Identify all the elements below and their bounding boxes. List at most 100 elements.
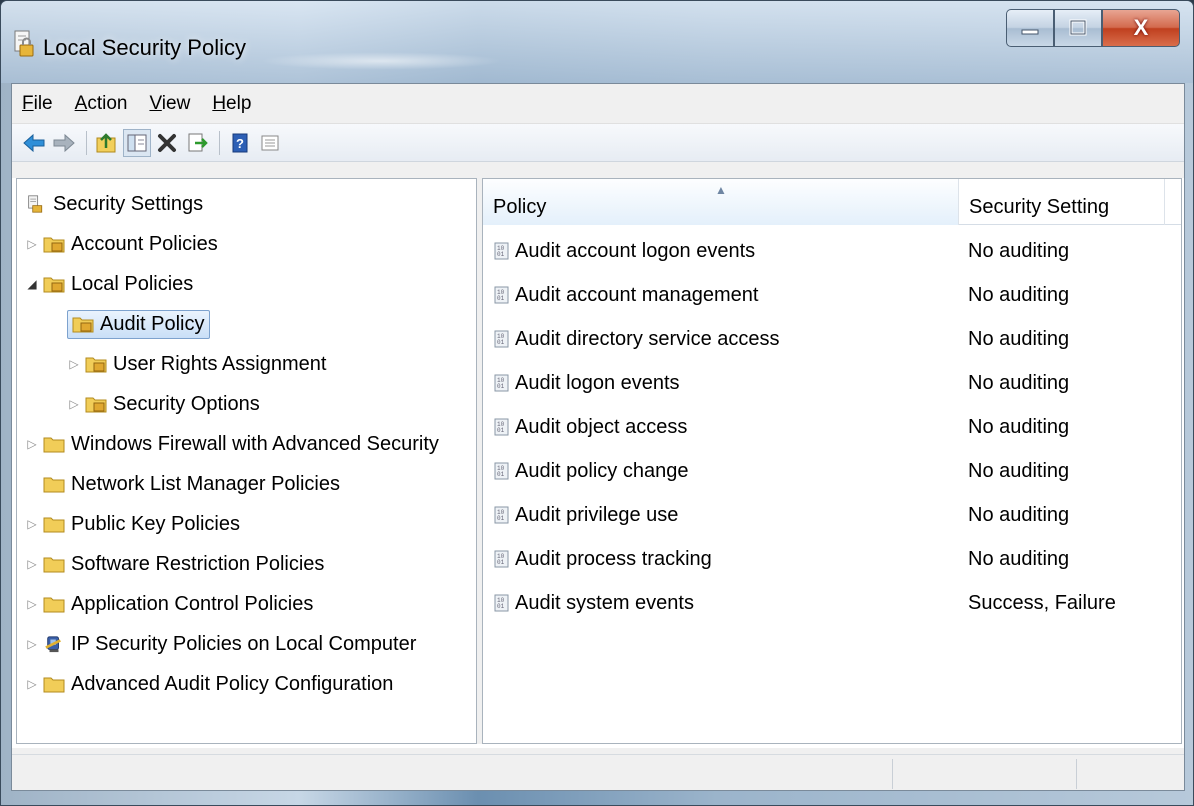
tree-item-public-key-policies[interactable]: ▷ Public Key Policies	[25, 505, 240, 543]
export-list-button[interactable]	[183, 129, 211, 157]
tree-item-ip-security[interactable]: ▷ IP Security Policies on Local Computer	[25, 625, 416, 663]
policy-cell: 10 01 Audit privilege use	[493, 493, 678, 537]
policy-name: Audit privilege use	[515, 503, 679, 526]
tree-item-security-options[interactable]: ▷ Security Options	[67, 385, 260, 423]
tree-item-application-control[interactable]: ▷ Application Control Policies	[25, 585, 313, 623]
menu-action[interactable]: Action	[73, 89, 130, 119]
column-header-security-setting[interactable]: Security Setting	[959, 179, 1165, 225]
tree-item-label: Security Options	[113, 392, 260, 415]
tree-item-user-rights-assignment[interactable]: ▷ User Rights Assignment	[67, 345, 326, 383]
toolbar: ?	[12, 124, 1184, 162]
tree-root-label: Security Settings	[53, 192, 204, 215]
tree-item-account-policies[interactable]: ▷ Account Policies	[25, 225, 218, 263]
table-row[interactable]: 10 01 Audit process tracking No auditing	[483, 537, 1181, 581]
close-icon: X	[1133, 15, 1149, 40]
tree-item-advanced-audit[interactable]: ▷ Advanced Audit Policy Configuration	[25, 665, 393, 703]
table-row[interactable]: 10 01 Audit object access No auditing	[483, 405, 1181, 449]
forward-icon	[53, 133, 75, 152]
policy-name: Audit process tracking	[515, 547, 712, 570]
status-separator	[1076, 759, 1077, 789]
expand-arrow-icon[interactable]: ▷	[67, 357, 81, 371]
table-row[interactable]: 10 01 Audit system events Success, Failur…	[483, 581, 1181, 625]
svg-text:01: 01	[497, 471, 505, 478]
expand-arrow-icon[interactable]: ▷	[67, 397, 81, 411]
menu-help-rest: elp	[226, 92, 252, 114]
setting-cell: No auditing	[968, 459, 1070, 482]
audit-policy-icon: 1001	[494, 550, 509, 568]
setting-cell: No auditing	[968, 327, 1070, 350]
security-settings-icon	[28, 195, 43, 213]
security-policy-app-icon	[14, 30, 34, 57]
menu-file[interactable]: File	[20, 89, 55, 119]
help-button[interactable]: ?	[226, 129, 254, 157]
details-pane: ▲ Policy Security Setting 10 01 Audit acc…	[482, 178, 1182, 744]
delete-button[interactable]	[153, 129, 181, 157]
ip-security-icon	[45, 636, 61, 653]
expand-arrow-icon[interactable]: ▷	[25, 557, 39, 571]
tree-item-local-policies[interactable]: ◢ Local Policies	[25, 265, 193, 303]
tree-item-audit-policy[interactable]: Audit Policy	[67, 305, 210, 343]
table-row[interactable]: 10 01 Audit account logon events No audit…	[483, 229, 1181, 273]
show-hide-tree-icon	[127, 134, 147, 151]
minimize-button[interactable]	[1006, 9, 1054, 47]
tree-item-network-list-manager[interactable]: Network List Manager Policies	[43, 465, 340, 503]
help-icon: ?	[232, 133, 248, 152]
collapse-arrow-icon[interactable]: ◢	[25, 277, 39, 291]
expand-arrow-icon[interactable]: ▷	[25, 237, 39, 251]
tree-item-label: Windows Firewall with Advanced Security	[71, 432, 439, 455]
menu-file-rest: ile	[33, 92, 53, 114]
back-button[interactable]	[20, 129, 48, 157]
app-window: Local Security Policy X File Action View…	[0, 0, 1194, 806]
window-controls: X	[1006, 9, 1180, 49]
up-level-button[interactable]	[93, 129, 121, 157]
table-row[interactable]: 10 01 Audit privilege use No auditing	[483, 493, 1181, 537]
table-row[interactable]: 10 01 Audit logon events No auditing	[483, 361, 1181, 405]
table-row[interactable]: 10 01 Audit directory service access No a…	[483, 317, 1181, 361]
policy-folder-icon	[85, 357, 107, 373]
back-icon	[23, 133, 45, 152]
forward-button[interactable]	[50, 129, 78, 157]
policy-cell: 10 01 Audit directory service access	[493, 317, 780, 361]
policy-name: Audit policy change	[515, 459, 689, 482]
svg-text:01: 01	[497, 603, 505, 610]
menu-action-accel: A	[74, 92, 88, 114]
tree-item-windows-firewall[interactable]: ▷ Windows Firewall with Advanced Securit…	[25, 425, 439, 463]
properties-icon	[261, 135, 279, 150]
policy-name: Audit account logon events	[515, 239, 756, 262]
folder-icon	[43, 477, 65, 493]
menu-view[interactable]: View	[147, 89, 192, 119]
expand-arrow-icon[interactable]: ▷	[25, 677, 39, 691]
expand-arrow-icon[interactable]: ▷	[25, 437, 39, 451]
audit-policy-icon: 1001	[494, 462, 509, 480]
close-button[interactable]: X	[1102, 9, 1180, 47]
expand-arrow-icon[interactable]: ▷	[25, 517, 39, 531]
tree-item-label: Network List Manager Policies	[71, 472, 340, 495]
folder-icon	[43, 677, 65, 693]
svg-text:01: 01	[497, 295, 505, 302]
setting-cell: No auditing	[968, 415, 1070, 438]
menu-help[interactable]: Help	[210, 89, 253, 119]
policy-folder-icon	[85, 397, 107, 413]
setting-cell: No auditing	[968, 547, 1070, 570]
column-header-policy[interactable]: ▲ Policy	[483, 179, 959, 225]
expand-arrow-icon[interactable]: ▷	[25, 637, 39, 651]
delete-icon	[158, 133, 176, 152]
menu-help-accel: H	[212, 92, 227, 114]
content-panes: Security Settings ▷ Account Policies ◢ L…	[12, 178, 1184, 748]
setting-cell: No auditing	[968, 371, 1070, 394]
tree-root[interactable]: Security Settings	[25, 185, 203, 223]
title-bar[interactable]: Local Security Policy X	[1, 1, 1193, 83]
table-row[interactable]: 10 01 Audit account management No auditin…	[483, 273, 1181, 317]
properties-button[interactable]	[256, 129, 284, 157]
policy-cell: 10 01 Audit system events	[493, 581, 694, 625]
show-hide-tree-button[interactable]	[123, 128, 151, 157]
up-folder-icon	[96, 132, 116, 152]
expand-arrow-icon[interactable]: ▷	[25, 597, 39, 611]
toolbar-separator	[219, 130, 220, 155]
table-row[interactable]: 10 01 Audit policy change No auditing	[483, 449, 1181, 493]
maximize-button[interactable]	[1054, 9, 1102, 47]
tree-item-software-restriction[interactable]: ▷ Software Restriction Policies	[25, 545, 324, 583]
svg-text:?: ?	[236, 136, 244, 151]
tree-item-label: Account Policies	[71, 232, 218, 255]
export-list-icon	[188, 133, 208, 151]
